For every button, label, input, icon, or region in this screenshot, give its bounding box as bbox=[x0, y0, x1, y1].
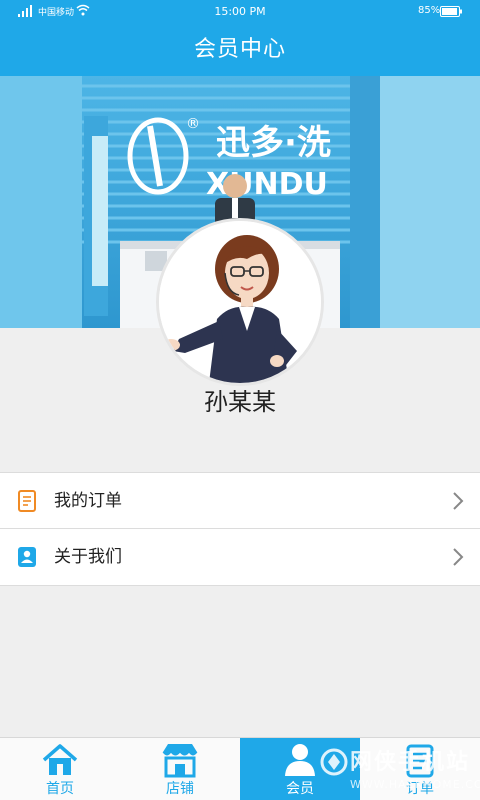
app-header: 会员中心 bbox=[0, 24, 480, 76]
username: 孙某某 bbox=[204, 388, 276, 416]
chevron-right-icon bbox=[453, 492, 464, 510]
store-icon bbox=[162, 744, 198, 778]
watermark: 网侠手机站 WWW.HACKHOME.COM bbox=[316, 738, 480, 800]
page-title: 会员中心 bbox=[193, 37, 286, 62]
clock: 15:00 PM bbox=[214, 5, 266, 18]
avatar[interactable] bbox=[156, 218, 324, 386]
menu-item-my-orders[interactable]: 我的订单 bbox=[0, 472, 480, 528]
watermark-url: WWW.HACKHOME.COM bbox=[350, 778, 480, 791]
menu-item-label: 关于我们 bbox=[54, 547, 122, 567]
watermark-text: 网侠手机站 bbox=[350, 750, 471, 775]
member-icon bbox=[285, 744, 315, 776]
tab-label: 首页 bbox=[46, 781, 74, 797]
about-icon bbox=[18, 547, 36, 567]
menu-list: 我的订单 关于我们 bbox=[0, 472, 480, 586]
status-bar: 中国移动 15:00 PM 85% bbox=[0, 0, 480, 24]
chevron-right-icon bbox=[453, 548, 464, 566]
order-icon bbox=[18, 490, 36, 512]
avatar-illustration bbox=[159, 221, 321, 383]
tab-store[interactable]: 店铺 bbox=[120, 738, 240, 800]
tab-home[interactable]: 首页 bbox=[0, 738, 120, 800]
tab-label: 店铺 bbox=[166, 781, 194, 797]
battery-level: 85% bbox=[418, 5, 441, 16]
menu-item-label: 我的订单 bbox=[54, 491, 122, 511]
brand-text: 迅多·洗 bbox=[216, 123, 331, 163]
menu-item-about-us[interactable]: 关于我们 bbox=[0, 528, 480, 586]
svg-text:®: ® bbox=[186, 116, 200, 132]
battery-icon bbox=[440, 6, 462, 17]
home-icon bbox=[42, 744, 78, 775]
watermark-logo-icon bbox=[320, 748, 348, 776]
